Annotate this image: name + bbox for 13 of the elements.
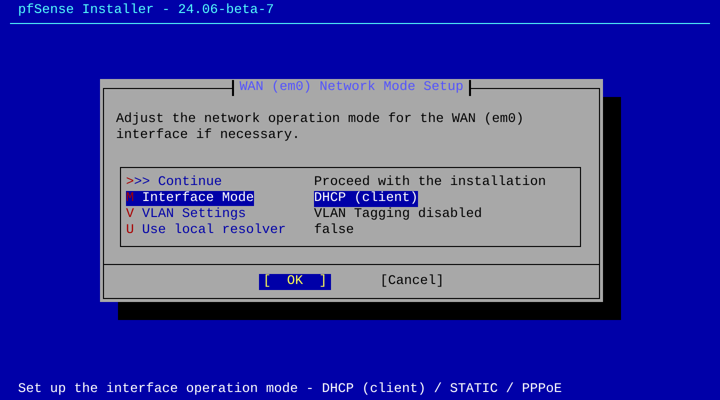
option-value: DHCP (client) <box>314 191 418 207</box>
option-value: VLAN Tagging disabled <box>314 207 482 223</box>
menu-option[interactable]: >>> Continue <box>126 175 314 191</box>
dialog-button[interactable]: [ OK ] <box>259 274 331 290</box>
menu-option[interactable]: U Use local resolver <box>126 223 314 239</box>
dialog-button[interactable]: [Cancel] <box>376 274 448 290</box>
installer-title: pfSense Installer - 24.06-beta-7 <box>18 3 274 19</box>
dialog-description: Adjust the network operation mode for the WAN (em0) interface if necessary. <box>116 112 525 144</box>
option-value: false <box>314 223 354 239</box>
menu-option[interactable]: V VLAN Settings <box>126 207 314 223</box>
status-message: Set up the interface operation mode - DHCP (client) / STATIC / PPPoE <box>18 382 562 398</box>
dialog-title: WAN (em0) Network Mode Setup <box>232 80 472 96</box>
option-value: Proceed with the installation <box>314 175 546 191</box>
